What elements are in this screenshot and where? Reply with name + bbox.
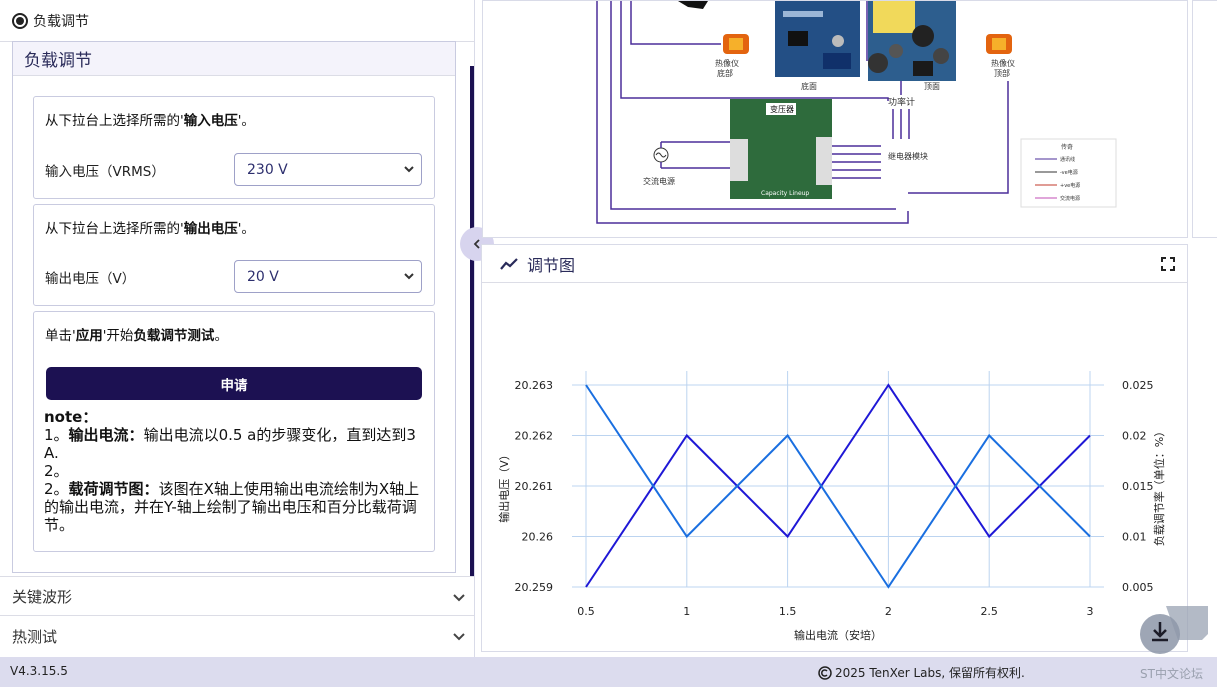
apply-prompt: 单击'应用'开始负载调节测试。 [45, 328, 228, 344]
note-block: note： 1。输出电流：输出电流以0.5 a的步骤变化，直到达到3 A. 2。… [44, 408, 429, 534]
note-line-1: 1。输出电流：输出电流以0.5 a的步骤变化，直到达到3 A. [44, 426, 416, 462]
ac-source-label: 交流电源 [643, 176, 675, 186]
accordion-key-waveforms[interactable]: 关键波形 [0, 576, 474, 615]
chevron-down-icon [404, 166, 414, 173]
pcb-bottom-label: 底面 [801, 81, 817, 91]
copyright-text: 2025 TenXer Labs, 保留所有权利. [835, 666, 1025, 680]
copyright-icon [818, 665, 832, 680]
regulation-chart: 0.5 1 1.5 2 2.5 3 20.259 20.26 20.261 20.262 20.26… [497, 371, 1166, 642]
setup-diagram-svg: 热像仪 底部 底面 顶面 热像仪 顶部 功率计 变压器 Capacity Lin… [596, 1, 1117, 224]
relay-label: 继电器模块 [888, 151, 928, 161]
x-tick-label: 3 [1087, 605, 1094, 618]
output-voltage-value: 20 V [247, 268, 279, 285]
thermal-top-label-2: 顶部 [994, 68, 1010, 78]
thermal-top-label-1: 热像仪 [991, 58, 1015, 68]
input-voltage-select[interactable]: 230 V [234, 153, 422, 186]
apply-card: 单击'应用'开始负载调节测试。 申请 note： 1。输出电流：输出电流以0.5… [33, 311, 435, 552]
x-tick-label: 2.5 [980, 605, 998, 618]
copyright: 2025 TenXer Labs, 保留所有权利. [818, 664, 1025, 681]
x-tick-label: 1.5 [779, 605, 797, 618]
y-left-tick-label: 20.261 [515, 480, 554, 493]
chart-title: 调节图 [527, 255, 576, 275]
pcb-top-label: 顶面 [924, 82, 940, 91]
accordion-label: 热测试 [12, 628, 58, 646]
chevron-down-icon [453, 594, 465, 602]
y-right-axis-label: 负载调节率（单位：%） [1152, 426, 1166, 546]
y-right-tick-label: 0.01 [1122, 531, 1147, 544]
version-label: V4.3.15.5 [10, 664, 68, 678]
input-voltage-value: 230 V [247, 161, 288, 178]
camera-fragment [678, 1, 708, 9]
regulation-chart-card: 调节图 0.5 1 1.5 2 2.5 3 20.259 20.26 20.261 20.262 2… [481, 244, 1188, 652]
y-right-tick-label: 0.015 [1122, 480, 1154, 493]
pcb-bottom-image: 底面 [775, 1, 860, 91]
input-voltage-card: 从下拉台上选择所需的'输入电压'。 输入电压（VRMS） 230 V [33, 96, 435, 199]
line-chart-icon [500, 257, 518, 270]
test-radio-option[interactable]: 负载调节 [0, 0, 474, 42]
legend-item-0: 通讯线 [1060, 156, 1075, 163]
download-float-button[interactable] [1138, 604, 1212, 660]
y-left-tick-label: 20.259 [515, 581, 554, 594]
panel-scrollbar[interactable] [470, 66, 474, 576]
x-axis-label: 输出电流（安培） [794, 628, 882, 642]
thermal-camera-bottom: 热像仪 底部 [715, 34, 749, 78]
accordion-thermal-test[interactable]: 热测试 [0, 615, 474, 657]
output-voltage-card: 从下拉台上选择所需的'输出电压'。 输出电压（V） 20 V [33, 204, 435, 306]
y-left-tick-label: 20.262 [515, 430, 554, 443]
note-title: note： [44, 408, 98, 426]
chevron-down-icon [453, 633, 465, 641]
y-left-tick-label: 20.26 [522, 531, 554, 544]
input-voltage-prompt: 从下拉台上选择所需的'输入电压'。 [45, 113, 255, 129]
setup-diagram: 热像仪 底部 底面 顶面 热像仪 顶部 功率计 变压器 Capacity Lin… [482, 0, 1188, 238]
thermal-bottom-label-1: 热像仪 [715, 58, 739, 68]
thermal-bottom-label-2: 底部 [717, 68, 733, 78]
y-left-axis-label: 输出电压（V） [497, 449, 511, 523]
power-meter-block: 功率计 [888, 81, 915, 139]
legend-item-2: +ve电源 [1060, 182, 1080, 189]
footer: V4.3.15.5 2025 TenXer Labs, 保留所有权利. ST中文… [0, 657, 1217, 687]
forum-watermark: ST中文论坛 [1140, 667, 1203, 681]
y-right-tick-label: 0.005 [1122, 581, 1154, 594]
transformer-label: 变压器 [770, 104, 794, 114]
legend-title: 传奇 [1061, 143, 1073, 151]
legend-item-3: 交流电源 [1060, 195, 1080, 202]
input-voltage-label: 输入电压（VRMS） [45, 164, 165, 180]
section-title: 负载调节 [13, 42, 455, 76]
pcb-top-image: 顶面 [868, 1, 956, 91]
accordion-label: 关键波形 [12, 587, 73, 606]
output-voltage-select[interactable]: 20 V [234, 260, 422, 293]
x-tick-label: 0.5 [577, 605, 595, 618]
chart-header: 调节图 [482, 245, 1187, 283]
note-line-3: 2。载荷调节图：该图在X轴上使用输出电流绘制为X轴上的输出电流，并在Y-轴上绘制… [44, 480, 420, 534]
x-tick-label: 1 [683, 605, 690, 618]
y-right-tick-label: 0.02 [1122, 430, 1147, 443]
x-tick-label: 2 [885, 605, 892, 618]
board-capacity-text: Capacity Lineup [761, 190, 809, 197]
thermal-camera-top: 热像仪 顶部 [986, 34, 1015, 78]
diagram-legend: 传奇 通讯线 -ve电源 +ve电源 交流电源 [1020, 138, 1117, 208]
fullscreen-icon[interactable] [1161, 257, 1175, 271]
output-voltage-label: 输出电压（V） [45, 271, 136, 287]
radio-label: 负载调节 [33, 13, 89, 30]
y-right-tick-label: 0.025 [1122, 379, 1154, 392]
left-panel: 负载调节 负载调节 从下拉台上选择所需的'输入电压'。 输入电压（VRMS） 2… [0, 0, 475, 657]
legend-item-1: -ve电源 [1060, 169, 1078, 176]
radio-selected-icon[interactable] [12, 12, 28, 29]
relay-module-block: 继电器模块 [832, 145, 928, 179]
right-side-panel [1192, 0, 1217, 238]
note-line-2: 2。 [44, 462, 69, 480]
y-left-tick-label: 20.263 [515, 379, 554, 392]
ac-source-block: 交流电源 [643, 141, 730, 186]
output-voltage-prompt: 从下拉台上选择所需的'输出电压'。 [45, 221, 255, 237]
apply-button[interactable]: 申请 [46, 367, 422, 400]
load-regulation-section: 负载调节 从下拉台上选择所需的'输入电压'。 输入电压（VRMS） 230 V … [12, 41, 456, 573]
download-icon [1140, 606, 1208, 654]
transformer-board: 变压器 Capacity Lineup [730, 99, 832, 199]
power-meter-label: 功率计 [888, 96, 915, 108]
chevron-down-icon [404, 273, 414, 280]
